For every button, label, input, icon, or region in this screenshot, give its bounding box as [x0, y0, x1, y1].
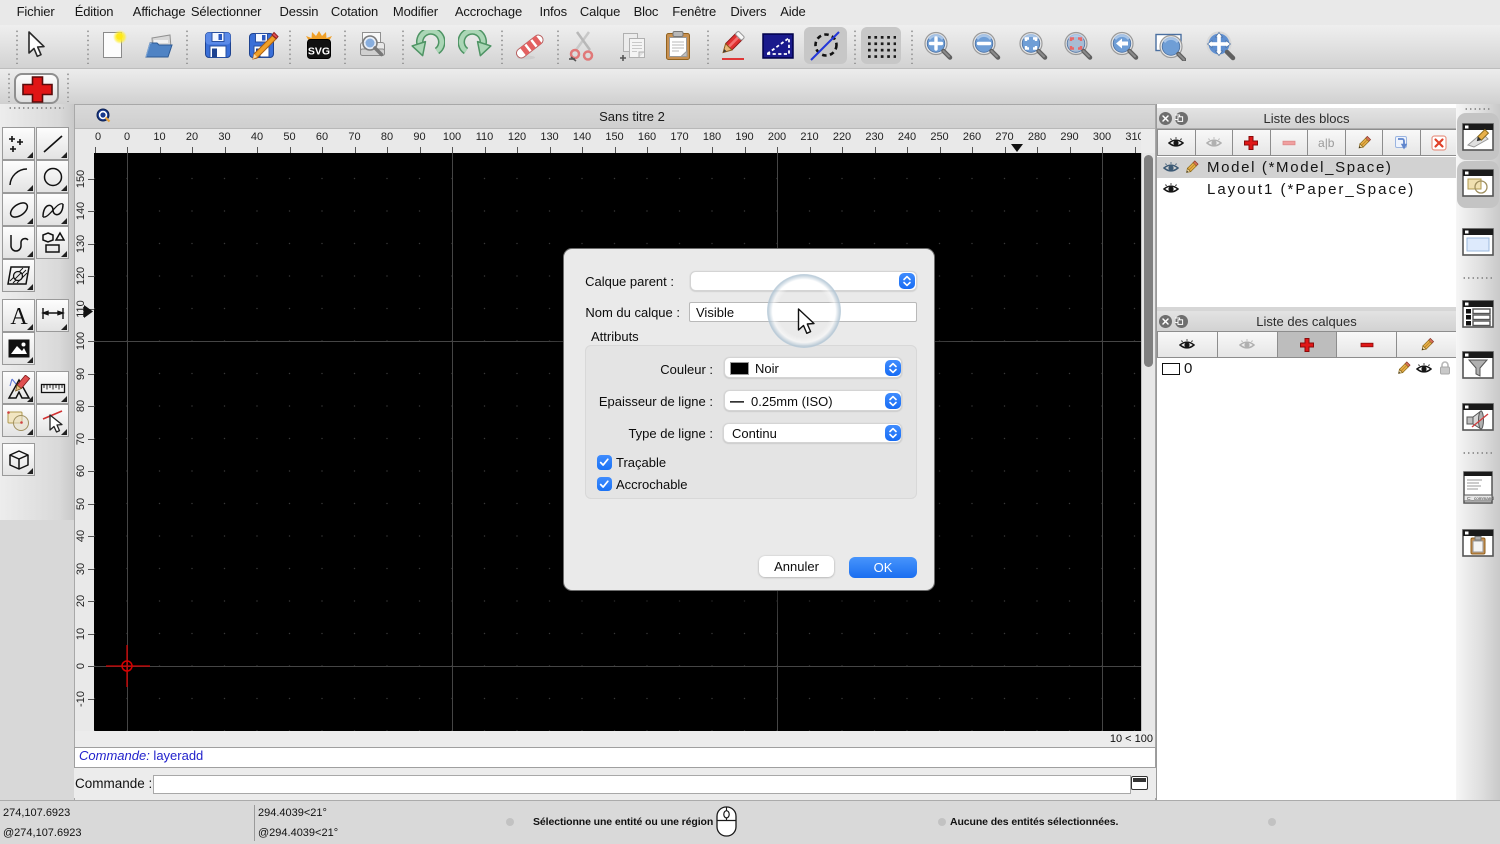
svg-text:SVG: SVG [308, 46, 330, 58]
svg-text:C:_command: C:_command [1467, 496, 1494, 501]
svg-text:A: A [10, 304, 28, 328]
